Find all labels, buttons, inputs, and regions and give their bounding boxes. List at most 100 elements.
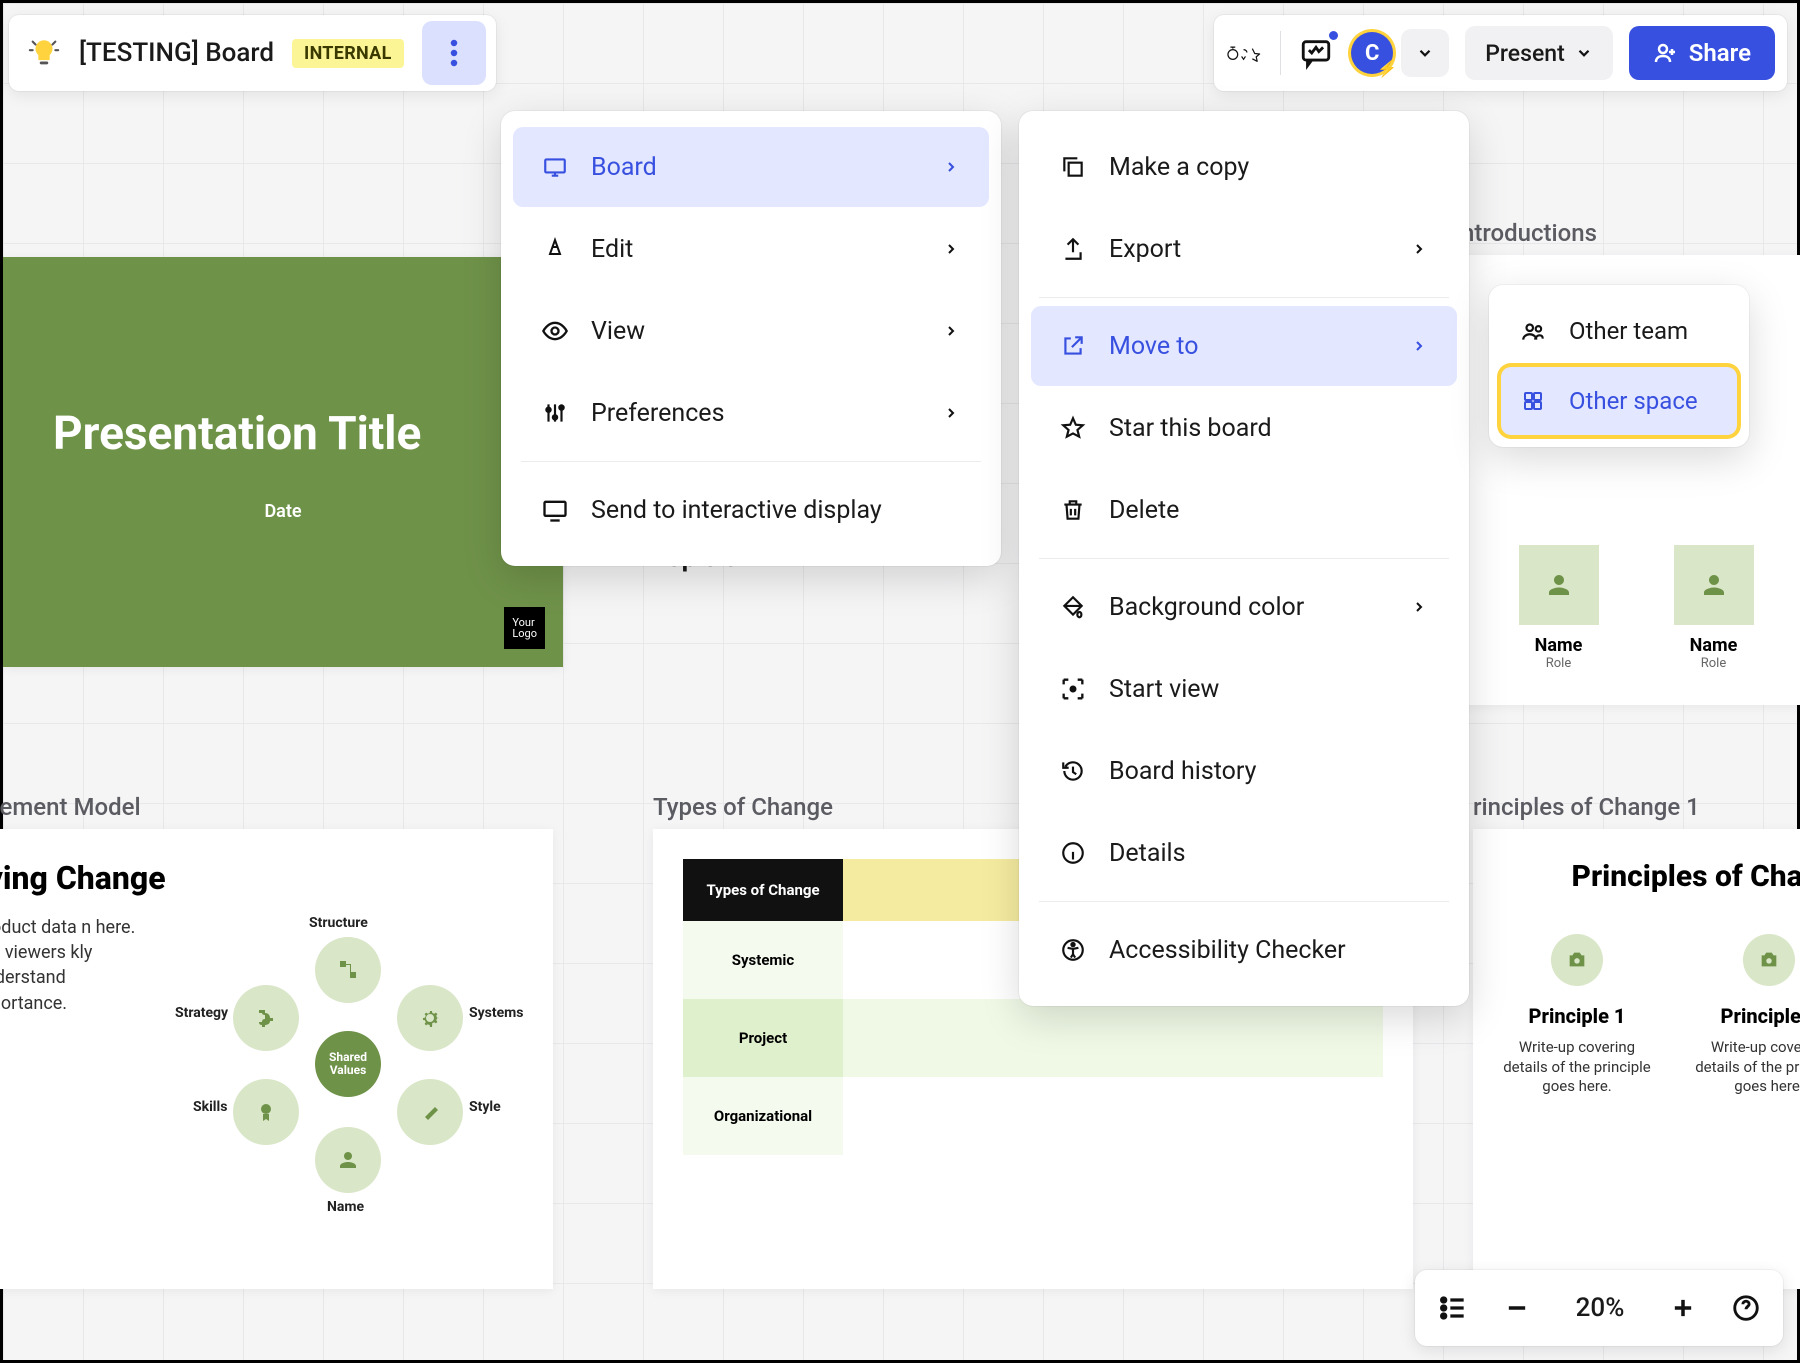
frame-label-introductions: ntroductions <box>1461 219 1800 247</box>
more-menu-button[interactable] <box>422 21 486 85</box>
person-role: Role <box>1519 656 1599 671</box>
principle-2-title: Principle 2 <box>1689 1004 1800 1028</box>
zoom-in-button[interactable] <box>1669 1294 1697 1322</box>
person-avatar-icon <box>1519 545 1599 625</box>
menu-item-edit[interactable]: Edit <box>513 209 989 289</box>
menu-item-start-view[interactable]: Start view <box>1031 649 1457 729</box>
frames-list-button[interactable] <box>1437 1292 1469 1324</box>
menu-item-other-space[interactable]: Other space <box>1501 367 1737 435</box>
board-title[interactable]: [TESTING] Board <box>79 38 274 68</box>
trash-icon <box>1059 496 1087 524</box>
present-label: Present <box>1485 40 1565 67</box>
move-to-submenu: Other team Other space <box>1489 285 1749 447</box>
board-header: [TESTING] Board INTERNAL <box>9 15 496 91</box>
share-label: Share <box>1689 39 1751 67</box>
edit-icon <box>541 235 569 263</box>
zoom-toolbar: 20% <box>1415 1270 1783 1346</box>
avatar-dropdown[interactable] <box>1401 29 1449 77</box>
menu-item-star[interactable]: Star this board <box>1031 388 1457 468</box>
menu-label: Other team <box>1569 317 1719 345</box>
star-icon <box>1059 414 1087 442</box>
menu-item-export[interactable]: Export <box>1031 209 1457 289</box>
person-name: Name <box>1674 635 1754 656</box>
col-header-types: Types of Change <box>683 859 843 921</box>
menu-item-send-display[interactable]: Send to interactive display <box>513 470 989 550</box>
menu-separator <box>1039 901 1449 902</box>
principle-2-desc: Write-up covering details of the princip… <box>1689 1038 1800 1097</box>
node-style <box>397 1079 463 1145</box>
open-external-icon <box>1059 332 1087 360</box>
person-name: Name <box>1519 635 1599 656</box>
board-submenu: Make a copy Export Move to Star this boa… <box>1019 111 1469 1006</box>
menu-label: Board <box>591 153 919 182</box>
menu-item-make-copy[interactable]: Make a copy <box>1031 127 1457 207</box>
grid-icon <box>1519 387 1547 415</box>
share-button[interactable]: Share <box>1629 26 1775 80</box>
person-avatar-icon <box>1674 545 1754 625</box>
timer-reactions-icon[interactable] <box>1226 34 1264 72</box>
menu-label: Start view <box>1109 675 1429 704</box>
team-icon <box>1519 317 1547 345</box>
copy-icon <box>1059 153 1087 181</box>
menu-label: View <box>591 317 919 346</box>
frame-principles[interactable]: rinciples of Change 1 Principles of Chan… <box>1473 793 1800 1289</box>
present-button[interactable]: Present <box>1465 26 1613 80</box>
principle-1-title: Principle 1 <box>1497 1004 1657 1028</box>
camera-icon <box>1551 934 1603 986</box>
menu-item-board[interactable]: Board <box>513 127 989 207</box>
accessibility-icon <box>1059 936 1087 964</box>
zoom-out-button[interactable] <box>1503 1294 1531 1322</box>
menu-item-move-to[interactable]: Move to <box>1031 306 1457 386</box>
lbl-strategy: Strategy <box>175 1005 228 1021</box>
menu-label: Star this board <box>1109 414 1429 443</box>
lbl-systems: Systems <box>469 1005 523 1021</box>
menu-separator <box>1039 558 1449 559</box>
menu-item-details[interactable]: Details <box>1031 813 1457 893</box>
camera-icon <box>1743 934 1795 986</box>
mgmt-blurb: product data n here. It p viewers kly un… <box>0 915 145 1016</box>
menu-label: Make a copy <box>1109 153 1429 182</box>
person-add-icon <box>1653 41 1677 65</box>
board-icon <box>541 153 569 181</box>
bolt-icon: ⚡ <box>1377 59 1397 78</box>
paint-bucket-icon <box>1059 593 1087 621</box>
node-systems <box>397 985 463 1051</box>
help-button[interactable] <box>1731 1293 1761 1323</box>
row-systemic: Systemic <box>683 921 843 999</box>
menu-item-other-team[interactable]: Other team <box>1501 297 1737 365</box>
menu-item-history[interactable]: Board history <box>1031 731 1457 811</box>
menu-item-delete[interactable]: Delete <box>1031 470 1457 550</box>
menu-item-preferences[interactable]: Preferences <box>513 373 989 453</box>
internal-badge: INTERNAL <box>292 39 404 68</box>
frame-label-mgmt: agement Model <box>0 793 553 821</box>
menu-item-bg-color[interactable]: Background color <box>1031 567 1457 647</box>
frame-title-slide[interactable]: Presentation Title Date Your Logo <box>3 257 563 667</box>
menu-separator <box>521 461 981 462</box>
lbl-name: Name <box>327 1199 364 1215</box>
menu-item-a11y[interactable]: Accessibility Checker <box>1031 910 1457 990</box>
menu-label: Edit <box>591 235 919 264</box>
menu-label: Other space <box>1569 387 1719 415</box>
lbl-skills: Skills <box>193 1099 227 1115</box>
frame-management-model[interactable]: agement Model fying Change product data … <box>0 793 553 1289</box>
title-slide-date: Date <box>53 501 513 522</box>
menu-label: Preferences <box>591 399 919 428</box>
row-project: Project <box>683 999 843 1077</box>
person-card: Name Role <box>1674 545 1754 685</box>
zoom-value[interactable]: 20% <box>1565 1293 1635 1323</box>
menu-label: Export <box>1109 235 1387 264</box>
principle-2: Principle 2 Write-up covering details of… <box>1689 934 1800 1097</box>
person-card: Name Role <box>1519 545 1599 685</box>
logo-bulb-icon <box>27 36 61 70</box>
menu-label: Details <box>1109 839 1429 868</box>
user-avatar[interactable]: C ⚡ <box>1351 32 1393 74</box>
honeycomb-diagram: Shared Values Structure Systems Style Na… <box>173 889 523 1239</box>
menu-separator <box>1039 297 1449 298</box>
node-strategy <box>233 985 299 1051</box>
info-icon <box>1059 839 1087 867</box>
lbl-style: Style <box>469 1099 501 1115</box>
divider <box>1280 31 1281 75</box>
menu-item-view[interactable]: View <box>513 291 989 371</box>
comments-icon[interactable] <box>1297 34 1335 72</box>
node-center: Shared Values <box>315 1031 381 1097</box>
